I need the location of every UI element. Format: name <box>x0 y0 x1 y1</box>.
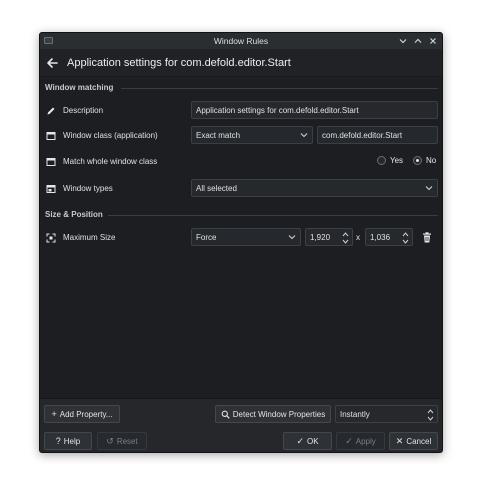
detect-delay-value: Instantly <box>340 409 370 419</box>
chevron-down-icon <box>288 235 296 240</box>
footer-bar: + Add Property... Detect Window Properti… <box>40 398 442 452</box>
max-size-policy-value: Force <box>196 232 217 242</box>
description-value: Application settings for com.defold.edit… <box>196 105 359 115</box>
help-label: Help <box>63 436 81 446</box>
window-class-match-select[interactable]: Exact match <box>191 126 313 144</box>
ok-button[interactable]: ✓ OK <box>283 432 332 450</box>
chevron-down-icon[interactable] <box>398 35 408 46</box>
resize-icon <box>46 233 56 243</box>
ok-label: OK <box>306 436 319 446</box>
max-width-value: 1,920 <box>310 232 331 242</box>
radio-no[interactable]: No <box>413 156 436 165</box>
window-class-label: Window class (application) <box>63 131 158 140</box>
add-property-button[interactable]: + Add Property... <box>44 405 120 423</box>
radio-yes-label: Yes <box>390 156 404 165</box>
apply-label: Apply <box>355 436 376 446</box>
window-icon <box>46 132 56 140</box>
window-types-value: All selected <box>196 183 237 193</box>
reset-label: Reset <box>116 436 138 446</box>
trash-icon[interactable] <box>422 232 432 243</box>
chevron-down-icon <box>300 133 308 138</box>
reset-icon: ↺ <box>106 435 114 446</box>
detect-label: Detect Window Properties <box>232 409 326 419</box>
radio-yes[interactable]: Yes <box>377 156 403 165</box>
apply-button[interactable]: ✓ Apply <box>336 432 385 450</box>
checkmark-icon: ✓ <box>345 435 353 446</box>
window-rules-dialog: Window Rules Application settings for co… <box>39 32 443 453</box>
window-title: Window Rules <box>213 36 269 46</box>
max-size-policy-select[interactable]: Force <box>191 228 301 246</box>
spin-arrows-icon[interactable] <box>402 231 409 245</box>
max-size-label: Maximum Size <box>63 233 116 242</box>
close-window-icon[interactable] <box>428 35 438 46</box>
spin-arrows-icon[interactable] <box>427 408 434 422</box>
reset-button[interactable]: ↺ Reset <box>97 432 147 450</box>
window-types-icon <box>46 185 56 193</box>
checkmark-icon: ✓ <box>296 435 304 446</box>
search-icon <box>221 410 230 419</box>
chevron-up-icon[interactable] <box>413 35 423 46</box>
description-label: Description <box>63 106 104 115</box>
close-icon: ✕ <box>395 435 404 446</box>
max-height-spinbox[interactable]: 1,036 <box>365 228 413 246</box>
window-controls <box>398 35 438 46</box>
app-icon <box>44 37 53 44</box>
titlebar[interactable]: Window Rules <box>40 33 442 49</box>
window-class-value: com.defold.editor.Start <box>322 130 403 140</box>
size-separator: x <box>356 233 360 242</box>
max-height-value: 1,036 <box>370 232 391 242</box>
page-header: Application settings for com.defold.edit… <box>40 49 442 77</box>
radio-no-label: No <box>426 156 437 165</box>
description-input[interactable]: Application settings for com.defold.edit… <box>191 101 438 119</box>
window-types-label: Window types <box>63 184 113 193</box>
arrow-left-icon[interactable] <box>46 57 58 69</box>
rules-content: Window matching Description Application … <box>40 78 442 398</box>
add-property-label: Add Property... <box>59 409 113 419</box>
page-title: Application settings for com.defold.edit… <box>67 57 291 69</box>
pencil-icon <box>47 107 55 115</box>
chevron-down-icon <box>425 186 433 191</box>
radio-yes-indicator[interactable] <box>377 156 386 165</box>
window-icon <box>46 158 56 166</box>
section-title-window-matching: Window matching <box>45 83 114 92</box>
section-divider <box>108 215 438 216</box>
help-button[interactable]: ? Help <box>44 432 92 450</box>
max-width-spinbox[interactable]: 1,920 <box>305 228 353 246</box>
window-class-input[interactable]: com.defold.editor.Start <box>317 126 438 144</box>
cancel-label: Cancel <box>406 436 432 446</box>
radio-no-indicator[interactable] <box>413 156 422 165</box>
window-class-match-value: Exact match <box>196 130 241 140</box>
whole-class-label: Match whole window class <box>63 157 158 166</box>
window-types-select[interactable]: All selected <box>191 179 438 197</box>
section-divider <box>121 88 438 89</box>
spin-arrows-icon[interactable] <box>342 231 349 245</box>
detect-window-properties-button[interactable]: Detect Window Properties <box>215 405 331 423</box>
cancel-button[interactable]: ✕ Cancel <box>389 432 438 450</box>
plus-icon: + <box>51 409 57 419</box>
question-icon: ? <box>55 436 61 446</box>
section-title-size-position: Size & Position <box>45 210 103 219</box>
detect-delay-spinbox[interactable]: Instantly <box>335 405 438 423</box>
